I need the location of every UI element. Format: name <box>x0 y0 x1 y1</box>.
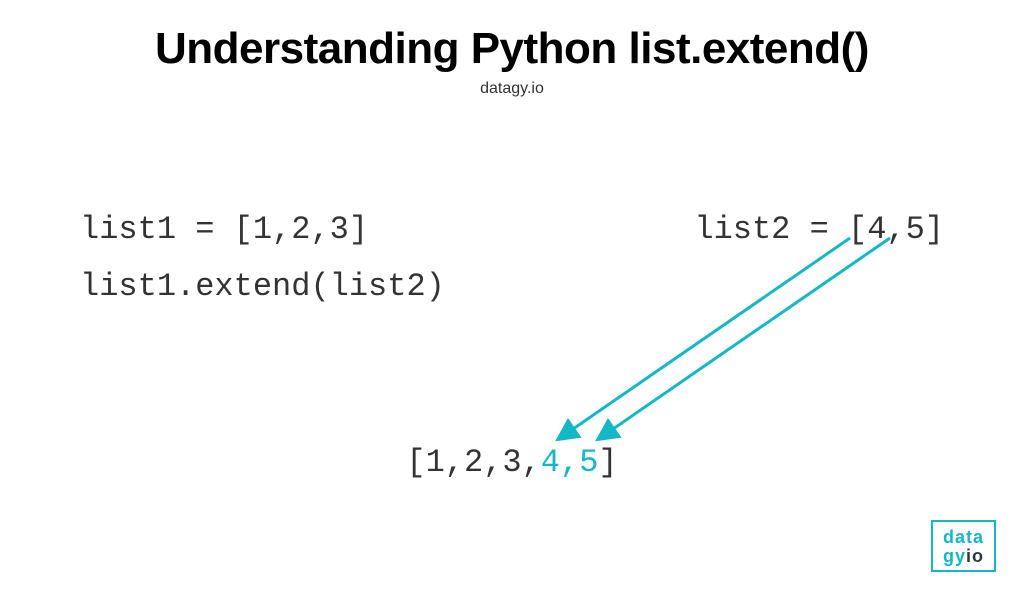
logo-line1: data <box>943 528 984 547</box>
code-list2-decl: list2 = [4,5] <box>694 204 944 255</box>
code-extend-call: list1.extend(list2) <box>80 268 445 305</box>
code-block: list1 = [1,2,3] list2 = [4,5] list1.exte… <box>80 204 944 312</box>
result-prefix: [1,2,3, <box>406 444 540 481</box>
result-list: [1,2,3,4,5] <box>0 444 1024 481</box>
result-highlight: 4,5 <box>541 444 599 481</box>
code-list1-decl: list1 = [1,2,3] <box>80 204 368 255</box>
page-title: Understanding Python list.extend() <box>0 24 1024 74</box>
subtitle: datagy.io <box>0 80 1024 98</box>
logo-line2a: gy <box>943 546 966 566</box>
logo-badge: data gyio <box>931 520 996 572</box>
result-suffix: ] <box>598 444 617 481</box>
logo-line2b: io <box>966 546 984 566</box>
